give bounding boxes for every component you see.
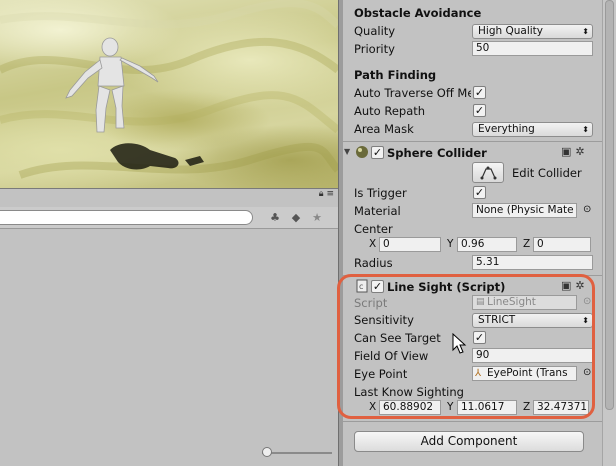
- add-component-button[interactable]: Add Component: [354, 431, 584, 452]
- center-z-field[interactable]: 0: [533, 237, 591, 252]
- gear-icon[interactable]: ✲: [575, 145, 588, 158]
- terrain-texture: [0, 0, 338, 179]
- filter-by-type-icon[interactable]: ♣: [266, 210, 284, 226]
- is-trigger-checkbox[interactable]: ✓: [473, 186, 486, 199]
- project-toolbar: ♣ ◆ ★: [0, 207, 338, 229]
- zoom-slider[interactable]: [262, 447, 332, 458]
- auto-repath-label: Auto Repath: [354, 104, 426, 118]
- sphere-collider-header[interactable]: ▼ ✓ Sphere Collider ▣✲: [343, 141, 605, 163]
- object-picker-icon[interactable]: ⊙: [583, 204, 591, 215]
- area-mask-label: Area Mask: [354, 122, 414, 136]
- project-panel[interactable]: 🔒︎ ≡ ♣ ◆ ★: [0, 188, 338, 466]
- is-trigger-label: Is Trigger: [354, 186, 407, 200]
- area-mask-value: Everything: [478, 123, 535, 135]
- search-input[interactable]: [0, 210, 253, 225]
- obstacle-avoidance-header: Obstacle Avoidance: [354, 6, 482, 20]
- component-menu-icons[interactable]: ▣✲: [561, 145, 589, 158]
- menu-icon[interactable]: ≡: [326, 189, 334, 199]
- priority-field[interactable]: 50: [472, 41, 593, 56]
- auto-traverse-label: Auto Traverse Off Me: [354, 86, 471, 100]
- panel-tab-controls: 🔒︎ ≡: [300, 189, 338, 203]
- character-shadow: [110, 143, 204, 170]
- auto-traverse-checkbox[interactable]: ✓: [473, 86, 486, 99]
- scrollbar-thumb[interactable]: [605, 0, 614, 410]
- edit-collider-icon: [480, 166, 497, 180]
- area-mask-dropdown[interactable]: Everything ⬍: [472, 122, 593, 137]
- lock-icon[interactable]: 🔒︎: [319, 189, 324, 199]
- favorite-star-icon[interactable]: ★: [308, 210, 326, 226]
- slider-knob[interactable]: [262, 447, 272, 457]
- priority-label: Priority: [354, 42, 395, 56]
- center-y-label: Y: [447, 238, 454, 250]
- quality-label: Quality: [354, 24, 396, 38]
- highlight-annotation: [337, 274, 595, 419]
- quality-dropdown[interactable]: High Quality ⬍: [472, 24, 593, 39]
- help-book-icon[interactable]: ▣: [561, 145, 575, 158]
- dropdown-arrow-icon: ⬍: [582, 125, 589, 134]
- scene-canvas: [0, 0, 338, 179]
- component-divider: [343, 421, 603, 422]
- center-y-field[interactable]: 0.96: [457, 237, 517, 252]
- scene-view[interactable]: [0, 0, 338, 188]
- slider-track: [262, 452, 332, 454]
- sphere-collider-enabled-checkbox[interactable]: ✓: [371, 146, 384, 159]
- foldout-arrow-icon[interactable]: ▼: [344, 147, 350, 156]
- center-label: Center: [354, 222, 393, 236]
- center-x-field[interactable]: 0: [379, 237, 441, 252]
- sphere-collider-icon: [355, 145, 369, 159]
- radius-field[interactable]: 5.31: [472, 255, 593, 270]
- sphere-collider-title: Sphere Collider: [387, 146, 487, 160]
- material-label: Material: [354, 204, 401, 218]
- material-field[interactable]: None (Physic Mate: [472, 203, 577, 218]
- dropdown-arrow-icon: ⬍: [582, 27, 589, 36]
- auto-repath-checkbox[interactable]: ✓: [473, 104, 486, 117]
- center-z-label: Z: [523, 238, 531, 250]
- path-finding-header: Path Finding: [354, 68, 437, 82]
- radius-label: Radius: [354, 256, 393, 270]
- center-x-label: X: [369, 238, 377, 250]
- inspector-scrollbar[interactable]: [602, 0, 616, 466]
- edit-collider-label: Edit Collider: [512, 166, 582, 180]
- edit-collider-button[interactable]: [472, 162, 504, 183]
- quality-value: High Quality: [478, 25, 543, 37]
- filter-by-label-icon[interactable]: ◆: [287, 210, 305, 226]
